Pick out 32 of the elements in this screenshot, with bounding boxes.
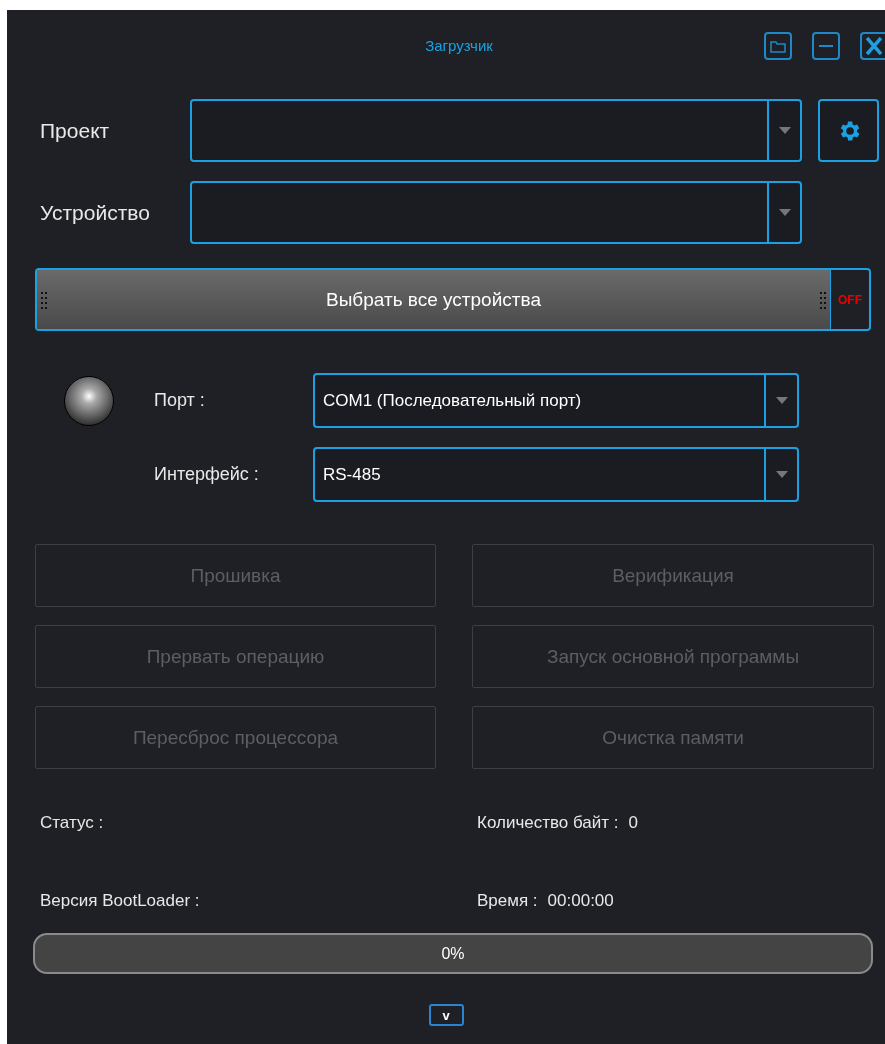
settings-button[interactable] bbox=[818, 99, 879, 162]
expand-button[interactable]: v bbox=[428, 1004, 464, 1026]
field-label: Проект bbox=[39, 118, 111, 143]
info-label: Версия BootLoader : bbox=[40, 891, 200, 911]
port-dropdown[interactable]: COM1 (Последовательный порт) bbox=[313, 373, 799, 428]
folder-button[interactable] bbox=[764, 32, 792, 60]
close-button[interactable] bbox=[860, 32, 885, 60]
folder-icon bbox=[770, 39, 786, 53]
info-label: Количество байт : bbox=[477, 813, 619, 833]
info-value: 00:00:00 bbox=[547, 891, 614, 911]
info-label: Статус : bbox=[40, 813, 104, 833]
select-all-toggle[interactable]: Выбрать все устройства OFF bbox=[35, 268, 871, 331]
minimize-icon bbox=[819, 45, 833, 47]
project-dropdown[interactable] bbox=[190, 99, 802, 162]
grip-icon bbox=[41, 289, 47, 310]
progress-text: 0% bbox=[441, 944, 465, 963]
window-title: Загрузчик bbox=[425, 36, 493, 54]
caret-icon bbox=[775, 471, 788, 478]
field-label: Интерфейс : bbox=[154, 464, 260, 485]
minimize-button[interactable] bbox=[812, 32, 840, 60]
field-label: Порт : bbox=[154, 390, 206, 411]
close-icon bbox=[865, 37, 882, 55]
toggle-state: OFF bbox=[837, 291, 863, 309]
interface-dropdown[interactable]: RS-485 bbox=[313, 447, 799, 502]
info-label: Время : bbox=[477, 891, 538, 911]
caret-icon bbox=[778, 127, 791, 134]
info-value: 0 bbox=[628, 813, 638, 833]
caret-icon bbox=[778, 209, 791, 216]
device-dropdown[interactable] bbox=[190, 181, 802, 244]
grip-icon bbox=[820, 289, 826, 310]
field-label: Устройство bbox=[39, 200, 151, 225]
caret-icon bbox=[775, 397, 788, 404]
